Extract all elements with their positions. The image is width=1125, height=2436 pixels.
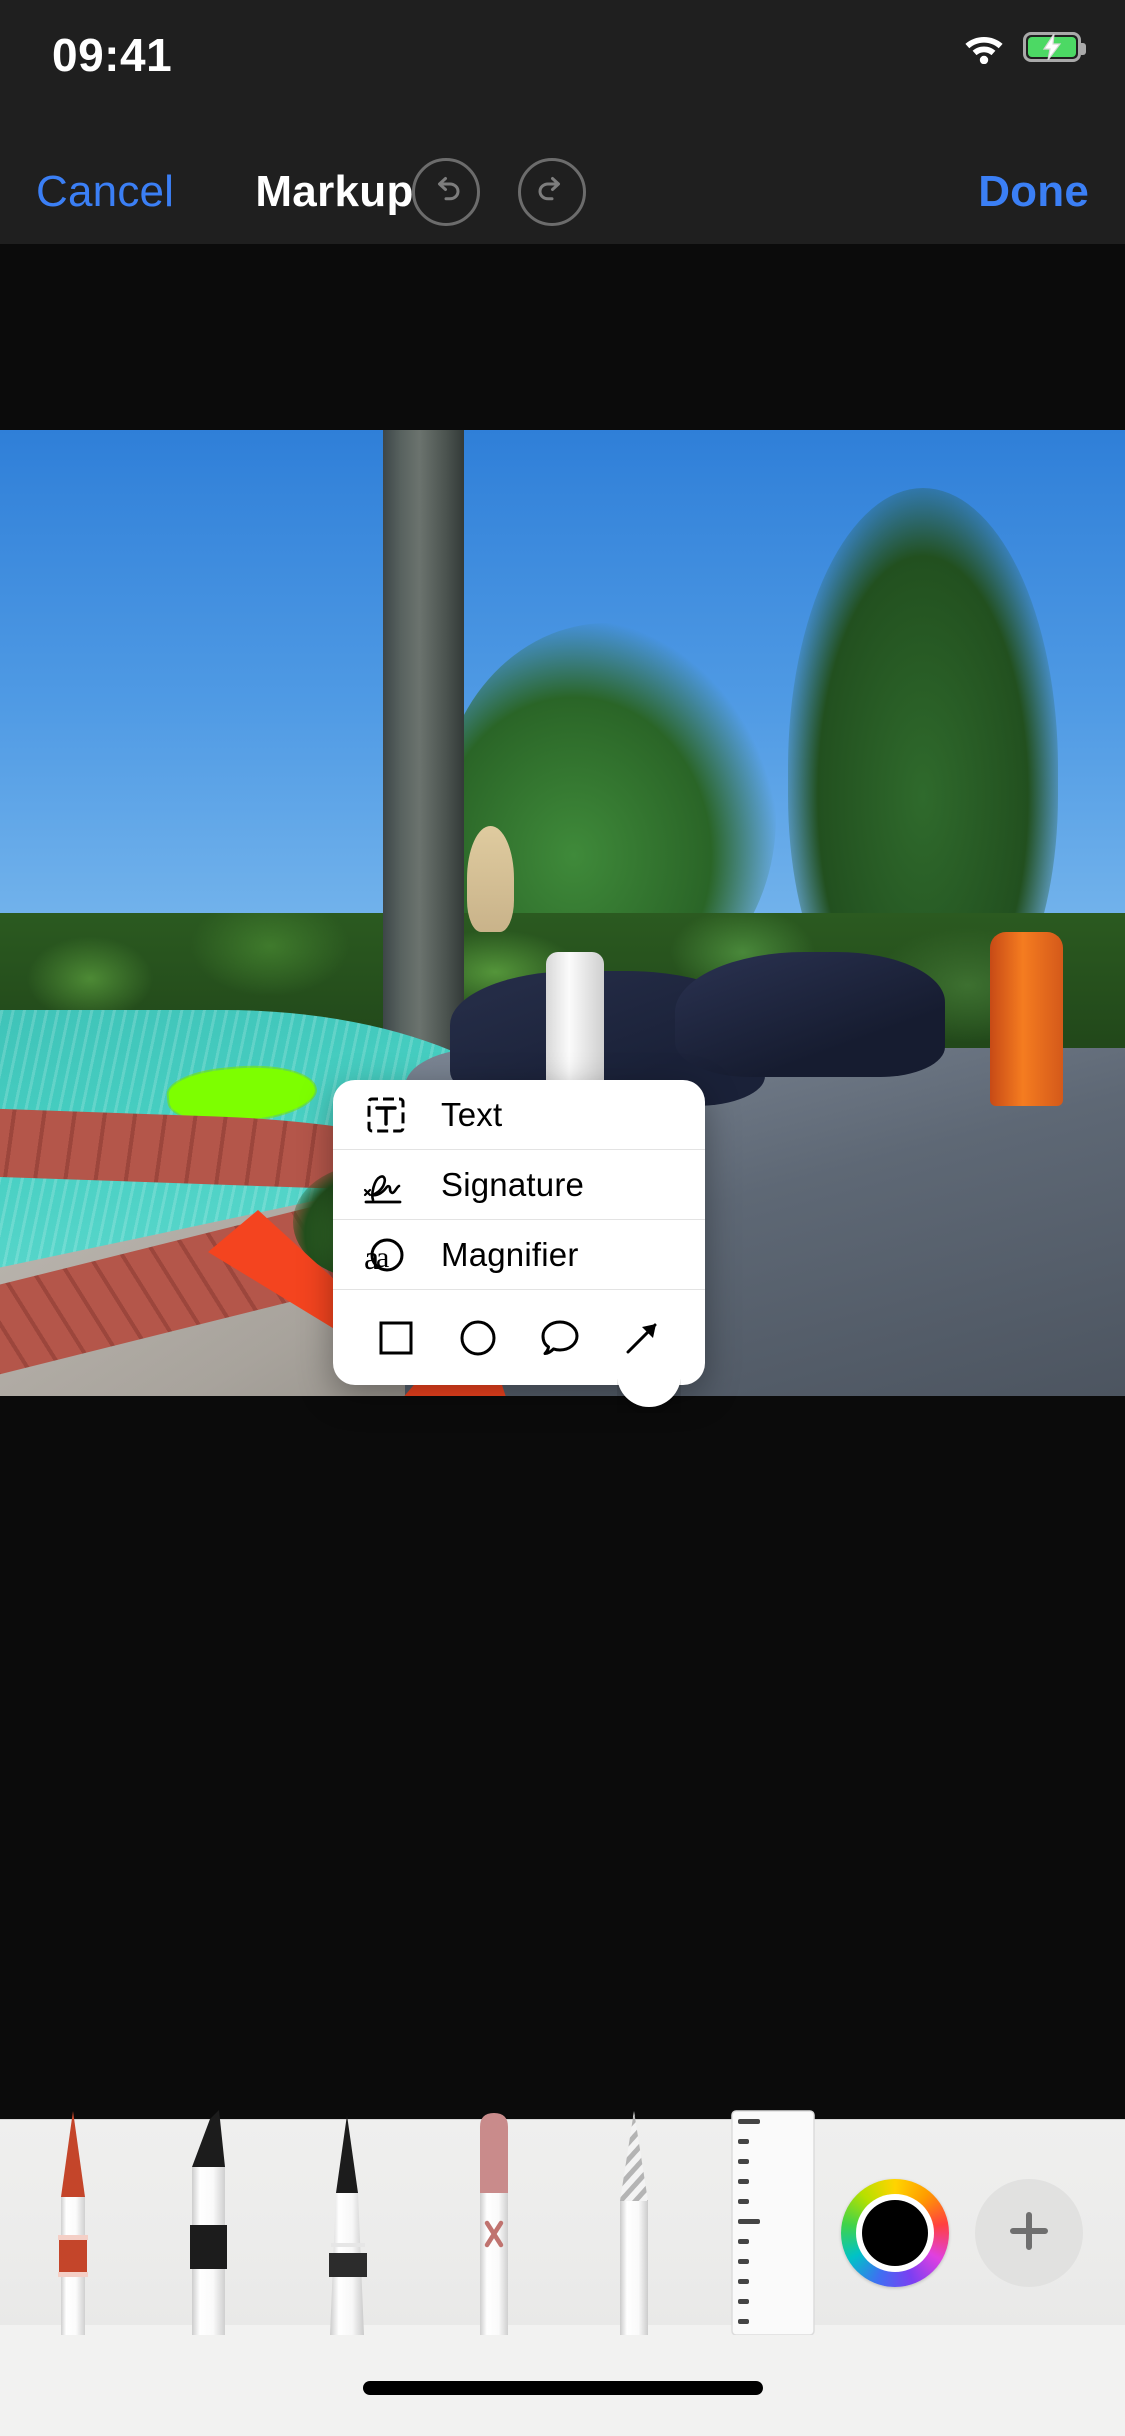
svg-text:a: a [376, 1241, 389, 1274]
speech-bubble-shape-icon[interactable] [532, 1310, 588, 1366]
done-button[interactable]: Done [978, 167, 1089, 217]
menu-shapes-row [333, 1290, 705, 1385]
status-bar: 09:41 [0, 0, 1125, 140]
arrow-shape-icon[interactable] [614, 1310, 670, 1366]
home-indicator[interactable] [362, 2381, 763, 2395]
markup-add-menu[interactable]: Text Signature a a Magnifier [333, 1080, 705, 1407]
color-wheel-inner [856, 2194, 934, 2272]
tool-palette[interactable] [0, 2110, 1125, 2336]
lasso-tool-icon[interactable] [600, 2105, 670, 2335]
menu-item-magnifier-label: Magnifier [441, 1235, 579, 1273]
wifi-icon [961, 30, 1007, 65]
square-shape-icon[interactable] [368, 1310, 424, 1366]
selected-color-swatch [862, 2200, 928, 2266]
battery-charging-icon [1023, 32, 1086, 62]
color-wheel-icon[interactable] [841, 2179, 949, 2287]
menu-item-signature-label: Signature [441, 1165, 585, 1203]
pen-tool-icon[interactable] [38, 2105, 108, 2335]
menu-item-text[interactable]: Text [333, 1080, 705, 1150]
magnifier-loupe-icon: a a [357, 1231, 415, 1279]
status-indicators [961, 30, 1086, 65]
ruler-tool-icon[interactable] [724, 2105, 844, 2336]
undo-arrow-icon [427, 171, 465, 214]
status-time: 09:41 [52, 29, 173, 81]
redo-arrow-icon [533, 171, 571, 214]
menu-item-magnifier[interactable]: a a Magnifier [333, 1220, 705, 1290]
menu-item-signature[interactable]: Signature [333, 1150, 705, 1220]
undo-button[interactable] [412, 158, 480, 226]
popup-tail [617, 1379, 681, 1413]
eraser-tool-icon[interactable] [458, 2105, 530, 2335]
pencil-tool-icon[interactable] [312, 2105, 382, 2335]
navigation-bar: Cancel Markup Done [0, 140, 1125, 244]
redo-button[interactable] [518, 158, 586, 226]
text-box-icon [357, 1090, 415, 1140]
menu-item-text-label: Text [441, 1095, 503, 1133]
signature-icon [357, 1162, 415, 1208]
highlighter-tool-icon[interactable] [168, 2105, 250, 2335]
home-indicator-area [0, 2325, 1125, 2436]
add-shape-button[interactable] [975, 2179, 1083, 2287]
markup-screen: 09:41 Cancel Markup Done Text Signature … [0, 0, 1125, 2436]
circle-shape-icon[interactable] [450, 1310, 506, 1366]
plus-icon [1002, 2204, 1056, 2263]
